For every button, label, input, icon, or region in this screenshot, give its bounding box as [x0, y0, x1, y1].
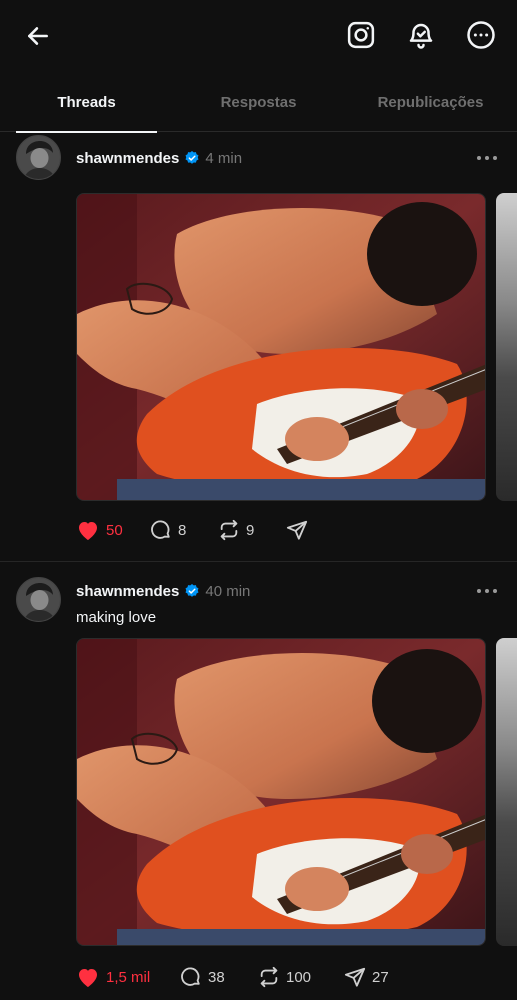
post-actions: 50 8 9: [76, 516, 308, 544]
avatar[interactable]: [16, 135, 61, 180]
like-button[interactable]: 50: [76, 516, 150, 544]
heart-filled-icon: [79, 969, 97, 987]
more-horizontal-icon: [477, 156, 497, 160]
repost-count: 100: [286, 968, 312, 986]
more-circle-icon: [467, 21, 495, 49]
post-photo-next[interactable]: [496, 193, 517, 501]
send-icon: [344, 967, 366, 987]
post-actions: 1,5 mil 38 100 27: [76, 963, 389, 991]
post-more-button[interactable]: [470, 580, 504, 602]
instagram-icon: [347, 21, 375, 49]
post-more-button[interactable]: [470, 147, 504, 169]
more-horizontal-icon: [477, 589, 497, 593]
reply-button[interactable]: 8: [150, 516, 218, 544]
tab-threads[interactable]: Threads: [16, 72, 157, 133]
repost-button[interactable]: 100: [258, 963, 344, 991]
post-header: shawnmendes 40 min: [76, 580, 250, 602]
post-time: 4 min: [205, 149, 243, 167]
like-button[interactable]: 1,5 mil: [76, 963, 180, 991]
verified-badge-icon: [184, 150, 200, 166]
back-button[interactable]: [22, 20, 54, 52]
photo-image: [77, 639, 485, 945]
reply-count: 38: [208, 968, 225, 986]
share-button[interactable]: [286, 516, 308, 544]
like-count: 50: [106, 521, 123, 539]
repost-button[interactable]: 9: [218, 516, 286, 544]
username[interactable]: shawnmendes: [76, 150, 179, 167]
post-photo[interactable]: [76, 193, 486, 501]
tab-respostas[interactable]: Respostas: [188, 72, 329, 132]
comment-icon: [181, 967, 200, 986]
photo-image: [77, 194, 485, 500]
thread-post: shawnmendes 4 min 50 8 9: [0, 132, 517, 562]
post-photo-next[interactable]: [496, 638, 517, 946]
notifications-button[interactable]: [404, 18, 438, 52]
repost-count: 9: [246, 521, 255, 539]
avatar-image: [17, 578, 60, 621]
instagram-button[interactable]: [344, 18, 378, 52]
reply-button[interactable]: 38: [180, 963, 258, 991]
thread-post: shawnmendes 40 min making love 1,5 mil 3…: [0, 563, 517, 1000]
post-photo[interactable]: [76, 638, 486, 946]
share-button[interactable]: 27: [344, 963, 389, 991]
profile-tabs: Threads Respostas Republicações: [0, 72, 517, 133]
post-header: shawnmendes 4 min: [76, 147, 242, 169]
repost-icon: [260, 966, 278, 988]
heart-filled-icon: [79, 522, 97, 540]
post-time: 40 min: [205, 582, 251, 600]
post-caption: making love: [76, 609, 157, 626]
avatar[interactable]: [16, 577, 61, 622]
arrow-left-icon: [28, 27, 48, 45]
username[interactable]: shawnmendes: [76, 583, 179, 600]
bell-check-icon: [409, 23, 433, 49]
reply-count: 8: [178, 521, 187, 539]
comment-icon: [151, 520, 170, 539]
top-bar: [0, 0, 517, 72]
tab-republicacoes[interactable]: Republicações: [360, 72, 501, 132]
send-icon: [286, 520, 308, 540]
more-options-button[interactable]: [464, 18, 498, 52]
verified-badge-icon: [184, 583, 200, 599]
repost-icon: [220, 519, 238, 541]
share-count: 27: [372, 968, 389, 986]
avatar-image: [17, 136, 60, 179]
like-count: 1,5 mil: [106, 968, 151, 986]
